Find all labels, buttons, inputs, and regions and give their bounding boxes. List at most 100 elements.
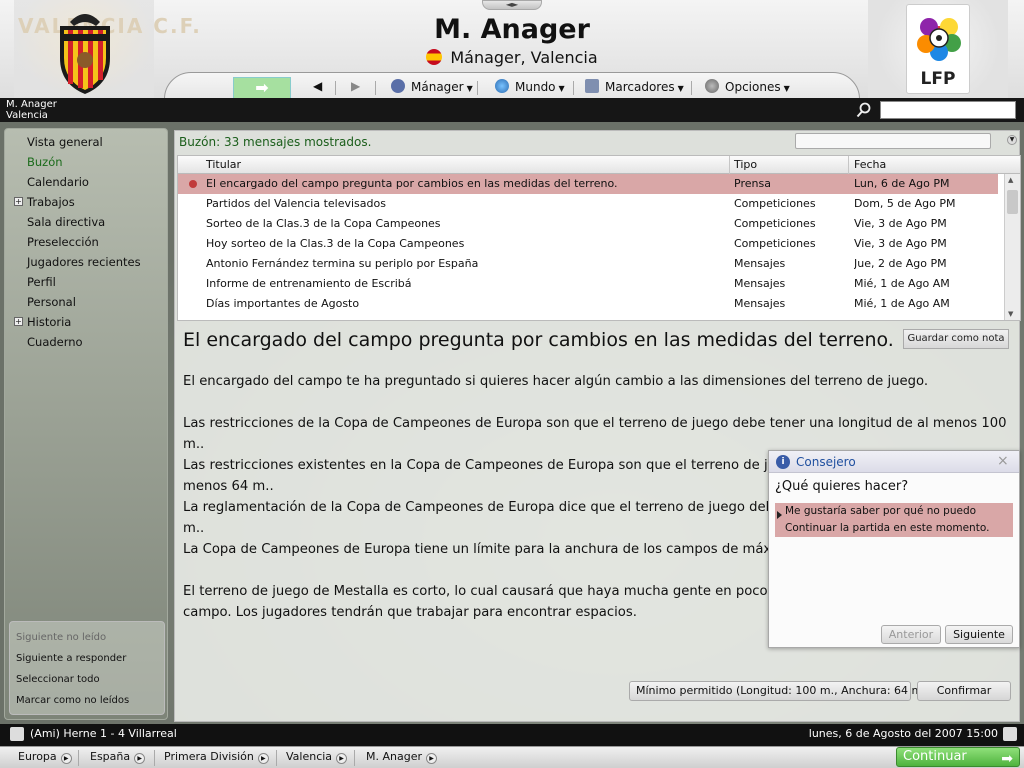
confirm-button[interactable]: Confirmar [917, 681, 1011, 701]
sidebar-item-history[interactable]: + Historia [14, 315, 71, 329]
arrow-right-icon: ➡ [1001, 751, 1013, 767]
inbox-filter-input[interactable] [795, 133, 991, 149]
table-row[interactable]: Días importantes de Agosto Mensajes Mié,… [178, 294, 998, 314]
save-as-note-button[interactable]: Guardar como nota [903, 329, 1009, 349]
search-input[interactable] [880, 101, 1016, 119]
table-row[interactable]: Antonio Fernández termina su periplo por… [178, 254, 998, 274]
column-header-date[interactable]: Fecha [854, 158, 886, 171]
sidebar-item-recent-players[interactable]: Jugadores recientes [27, 255, 141, 269]
previous-button[interactable]: Anterior [881, 625, 941, 644]
breadcrumb-label: Valencia [286, 750, 333, 763]
document-icon[interactable] [10, 727, 24, 741]
mark-unread-action[interactable]: Marcar como no leídos [16, 695, 129, 706]
cell-type: Mensajes [734, 277, 786, 290]
sidebar-item-notebook[interactable]: Cuaderno [27, 335, 83, 349]
back-button[interactable]: ◀ [313, 79, 322, 93]
menu-scores[interactable]: Marcadores ▼ [585, 79, 684, 94]
table-row[interactable]: El encargado del campo pregunta por camb… [178, 174, 998, 194]
cell-date: Mié, 1 de Ago AM [854, 277, 950, 290]
table-scrollbar[interactable]: ▲ ▼ [1004, 174, 1020, 320]
latest-score[interactable]: (Ami) Herne 1 - 4 Villarreal [30, 727, 177, 740]
pitch-size-select[interactable]: Mínimo permitido (Longitud: 100 m., Anch… [629, 681, 940, 701]
continue-button[interactable]: Continuar ➡ [896, 747, 1020, 767]
advisor-option[interactable]: Me gustaría saber por qué no puedo [785, 505, 976, 517]
cell-title: Hoy sorteo de la Clas.3 de la Copa Campe… [206, 237, 465, 250]
menu-manager[interactable]: Mánager ▼ [391, 79, 473, 94]
breadcrumb-item[interactable]: España ▶ [90, 750, 146, 764]
nav-separator [335, 81, 336, 95]
menu-options-label: Opciones [725, 80, 781, 94]
cell-type: Prensa [734, 177, 771, 190]
search-icon[interactable] [856, 102, 872, 118]
scroll-down-icon[interactable]: ▼ [1008, 310, 1013, 318]
scoreboard-icon [585, 79, 599, 93]
calendar-icon[interactable] [1003, 727, 1017, 741]
breadcrumb-item[interactable]: Primera División ▶ [164, 750, 269, 764]
table-row[interactable]: Informe de entrenamiento de Escribá Mens… [178, 274, 998, 294]
menu-world-label: Mundo [515, 80, 556, 94]
column-separator[interactable] [729, 156, 730, 174]
cell-title: Días importantes de Agosto [206, 297, 360, 310]
top-collapse-tab[interactable]: ◄► [482, 0, 542, 10]
advisor-options: Me gustaría saber por qué no puedo Conti… [775, 503, 1013, 537]
cell-type: Competiciones [734, 217, 816, 230]
table-header: Titular Tipo Fecha [178, 156, 1020, 174]
next-unread-action[interactable]: Siguiente no leído [16, 632, 106, 643]
menu-manager-label: Mánager [411, 80, 464, 94]
table-row[interactable]: Sorteo de la Clas.3 de la Copa Campeones… [178, 214, 998, 234]
sidebar-item-inbox[interactable]: Buzón [27, 155, 63, 169]
cell-date: Mié, 1 de Ago AM [854, 297, 950, 310]
inbox-title: Buzón: 33 mensajes mostrados. [179, 135, 372, 149]
advisor-title: Consejero [796, 455, 856, 469]
advisor-question: ¿Qué quieres hacer? [775, 479, 909, 494]
user-name: M. Anager [6, 99, 57, 110]
column-header-type[interactable]: Tipo [734, 158, 757, 171]
cell-date: Vie, 3 de Ago PM [854, 217, 947, 230]
next-button[interactable]: ▶ [351, 79, 360, 93]
sidebar-item-profile[interactable]: Perfil [27, 275, 56, 289]
select-all-action[interactable]: Seleccionar todo [16, 674, 100, 685]
advisor-option[interactable]: Continuar la partida en este momento. [785, 522, 989, 534]
breadcrumb-label: M. Anager [366, 750, 422, 763]
menu-scores-label: Marcadores [605, 80, 675, 94]
cell-date: Jue, 2 de Ago PM [854, 257, 947, 270]
globe-icon [495, 79, 509, 93]
column-header-title[interactable]: Titular [206, 158, 241, 171]
table-row[interactable]: Hoy sorteo de la Clas.3 de la Copa Campe… [178, 234, 998, 254]
sidebar-item-calendar[interactable]: Calendario [27, 175, 89, 189]
chevron-right-icon: ▶ [257, 753, 269, 764]
breadcrumb-item[interactable]: Europa ▶ [18, 750, 72, 764]
chevron-right-icon: ▶ [426, 753, 437, 764]
close-icon[interactable]: × [997, 453, 1009, 469]
breadcrumb-item[interactable]: M. Anager ▶ [366, 750, 437, 764]
next-to-reply-action[interactable]: Siguiente a responder [16, 653, 126, 664]
forward-arrow-icon: ➡ [255, 78, 269, 97]
breadcrumb-item[interactable]: Valencia ▶ [286, 750, 348, 764]
caret-down-icon: ▼ [783, 84, 790, 93]
next-button[interactable]: Siguiente [945, 625, 1013, 644]
sidebar-item-shortlist[interactable]: Preselección [27, 235, 99, 249]
scroll-up-icon[interactable]: ▲ [1008, 176, 1013, 184]
scroll-thumb[interactable] [1007, 190, 1018, 214]
sidebar-item-jobs[interactable]: + Trabajos [14, 195, 75, 209]
advisor-header: i Consejero × [769, 451, 1019, 473]
chevron-down-icon[interactable]: ▼ [1007, 135, 1017, 145]
breadcrumb-separator [276, 750, 277, 766]
sidebar-item-staff[interactable]: Personal [27, 295, 76, 309]
caret-down-icon: ▼ [466, 84, 473, 93]
chevron-right-icon: ▶ [336, 753, 348, 764]
menu-options[interactable]: Opciones ▼ [705, 79, 790, 94]
expand-icon[interactable]: + [14, 197, 23, 206]
expand-icon[interactable]: + [14, 317, 23, 326]
menu-world[interactable]: Mundo ▼ [495, 79, 565, 94]
nav-separator [573, 81, 574, 95]
manager-role: Mánager, Valencia [0, 48, 1024, 67]
forward-button[interactable]: ➡ [233, 77, 291, 99]
sidebar-item-overview[interactable]: Vista general [27, 135, 103, 149]
column-separator[interactable] [848, 156, 849, 174]
page-title: M. Anager [434, 14, 590, 45]
sidebar-item-boardroom[interactable]: Sala directiva [27, 215, 105, 229]
cell-title: El encargado del campo pregunta por camb… [206, 177, 618, 190]
table-row[interactable]: Partidos del Valencia televisados Compet… [178, 194, 998, 214]
pointer-icon [777, 511, 782, 519]
